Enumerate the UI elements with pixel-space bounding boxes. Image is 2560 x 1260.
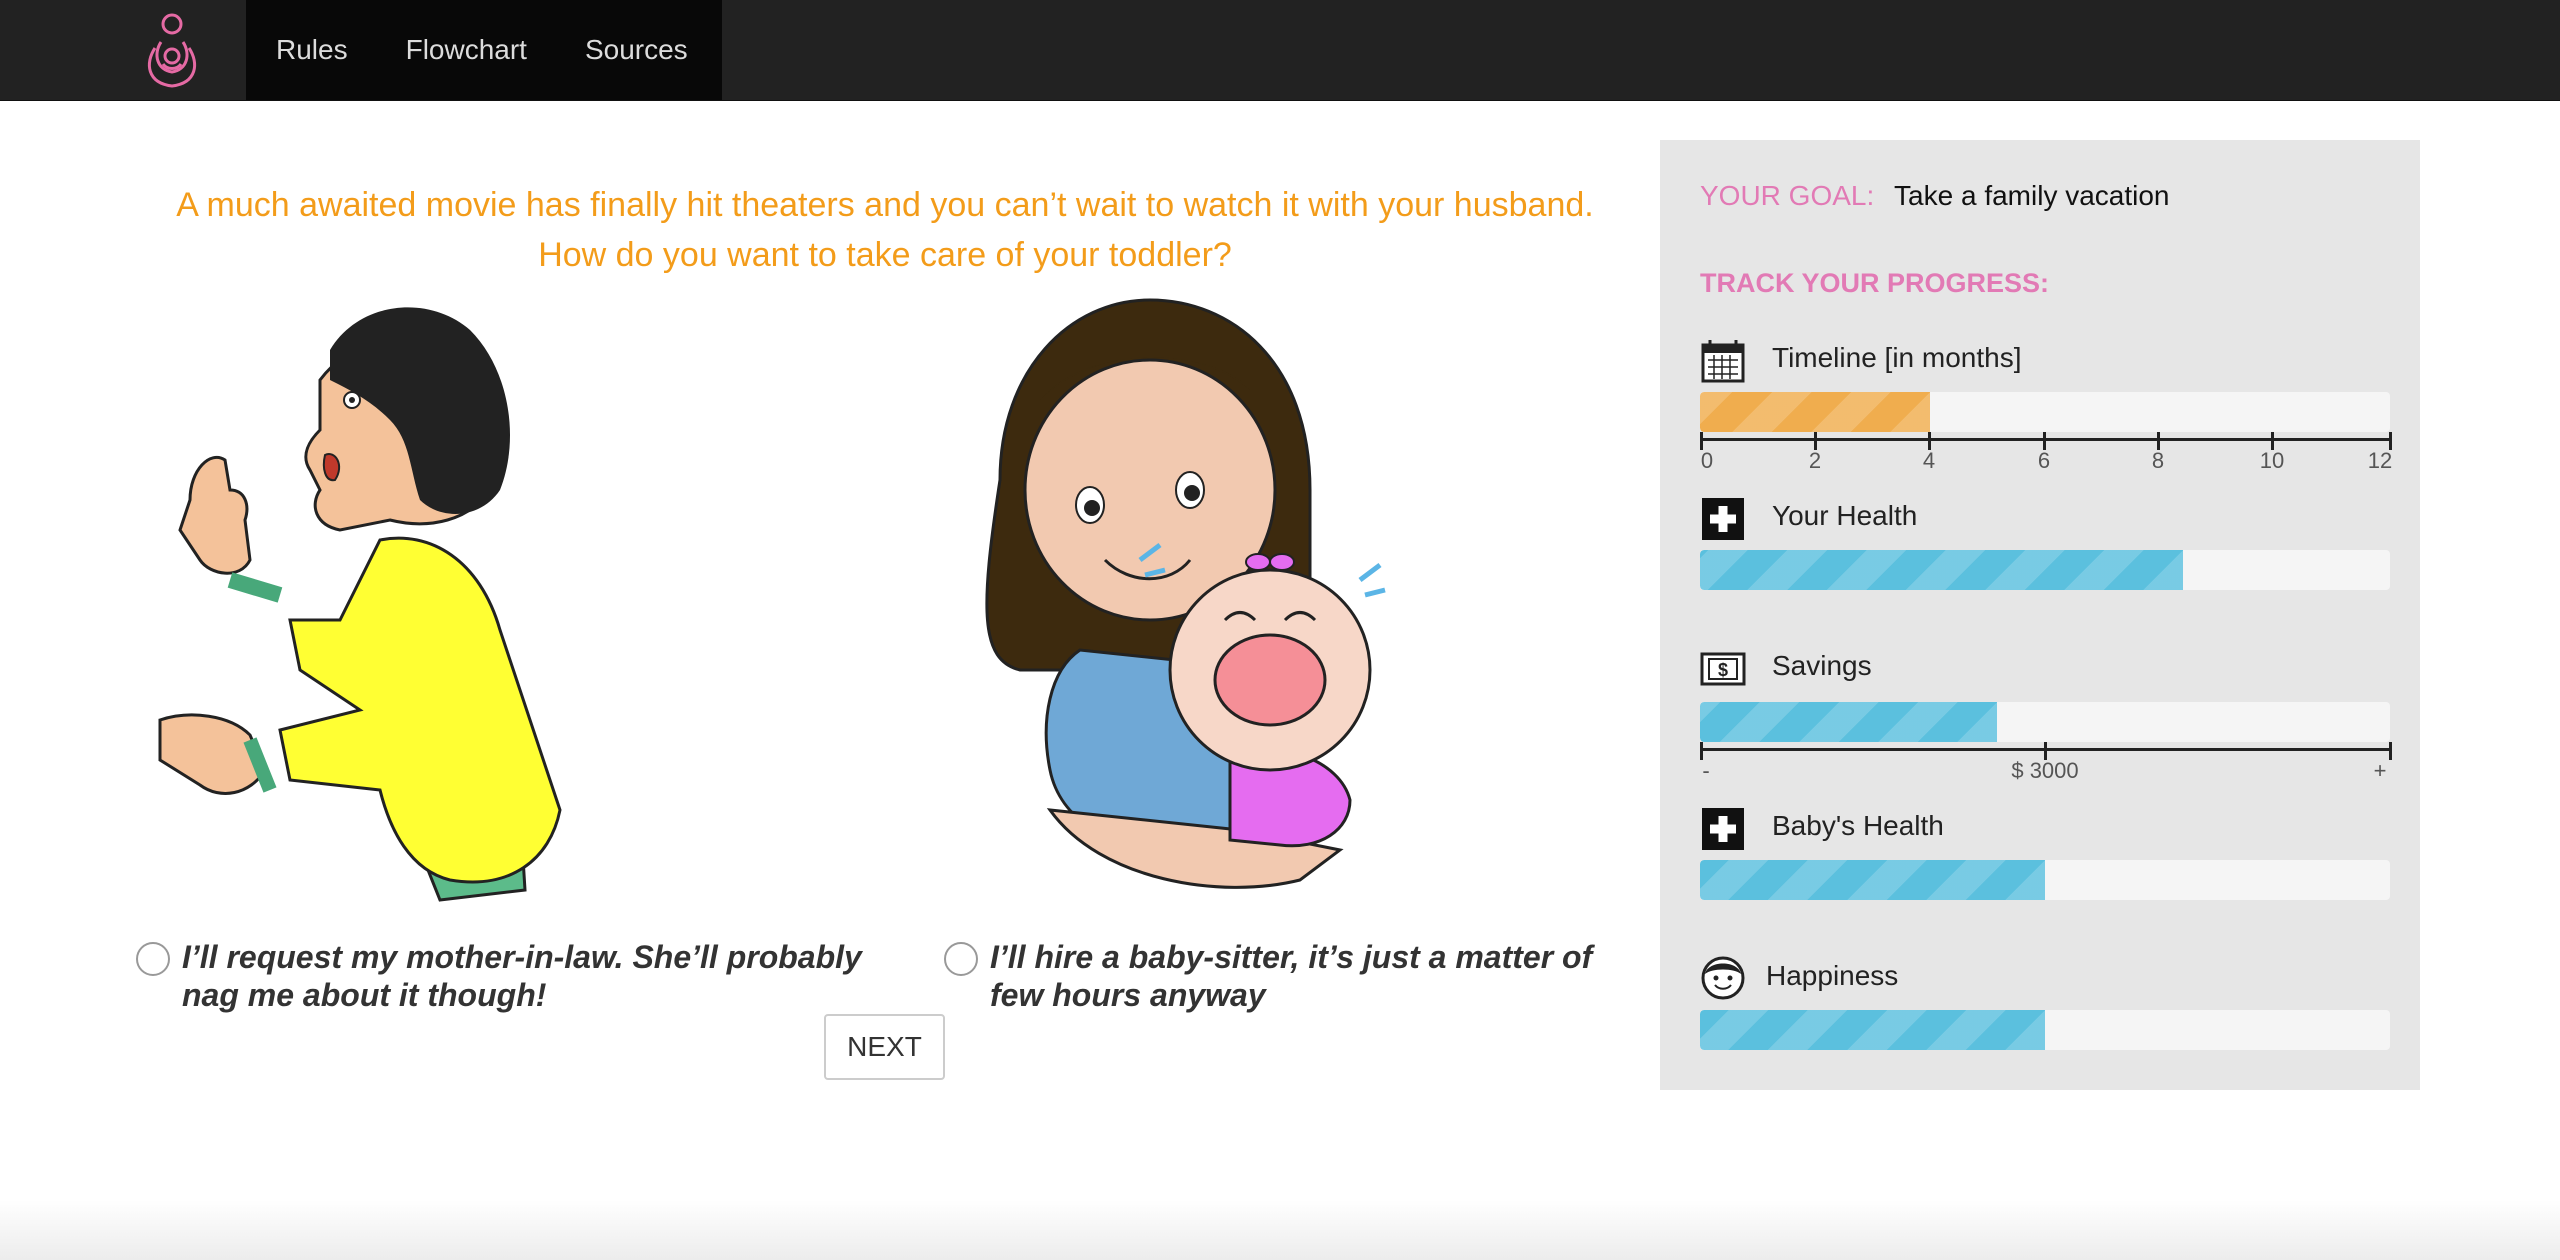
timeline-tick-label: 10 xyxy=(2259,448,2285,473)
savings-axis: - $ 3000 + xyxy=(1700,742,2392,783)
goal-row: YOUR GOAL: Take a family vacation xyxy=(1700,180,2170,212)
timeline-tick-label: 12 xyxy=(2367,448,2393,473)
timeline-bar xyxy=(1700,392,2390,432)
nav-link-rules[interactable]: Rules xyxy=(246,34,377,66)
mother-in-law-illustration[interactable] xyxy=(130,290,650,910)
option-baby-sitter[interactable]: I’ll hire a baby-sitter, it’s just a mat… xyxy=(944,938,1644,1014)
health-cross-icon xyxy=(1700,806,1746,852)
svg-text:$: $ xyxy=(1718,660,1728,680)
savings-label: Savings xyxy=(1772,650,1872,681)
timeline-tick-label: 0 xyxy=(1700,448,1714,473)
your-health-bar xyxy=(1700,550,2390,590)
track-progress-label: TRACK YOUR PROGRESS: xyxy=(1700,268,2050,298)
option-mother-in-law-label[interactable]: I’ll request my mother-in-law. She’ll pr… xyxy=(182,938,896,1014)
savings-axis-mid-label: $ 3000 xyxy=(2011,758,2079,783)
nav-link-flowchart[interactable]: Flowchart xyxy=(377,34,556,66)
babys-health-bar xyxy=(1700,860,2390,900)
nav-link-sources[interactable]: Sources xyxy=(556,34,717,66)
question-text: A much awaited movie has finally hit the… xyxy=(176,186,1594,274)
timeline-tick-label: 4 xyxy=(1922,448,1936,473)
timeline-tick-label: 8 xyxy=(2151,448,2165,473)
savings-axis-max-label: + xyxy=(2373,758,2387,783)
babys-health-bar-fill xyxy=(1700,860,2045,900)
dollar-icon: $ xyxy=(1700,646,1746,692)
your-health-label: Your Health xyxy=(1772,500,1918,531)
nav-links: Rules Flowchart Sources xyxy=(246,0,722,100)
smiley-face-icon xyxy=(1700,954,1746,1000)
babys-health-label: Baby's Health xyxy=(1772,810,1944,841)
option-baby-sitter-radio[interactable] xyxy=(944,942,978,976)
option-mother-in-law-radio[interactable] xyxy=(136,942,170,976)
savings-bar xyxy=(1700,702,2390,742)
top-navbar: Rules Flowchart Sources xyxy=(0,0,2560,101)
savings-bar-fill xyxy=(1700,702,1997,742)
happiness-bar-fill xyxy=(1700,1010,2045,1050)
goal-label: YOUR GOAL: xyxy=(1700,180,1875,211)
option-mother-in-law[interactable]: I’ll request my mother-in-law. She’ll pr… xyxy=(136,938,896,1014)
baby-sitter-illustration[interactable] xyxy=(940,290,1460,910)
timeline-tick-label: 6 xyxy=(2037,448,2051,473)
timeline-bar-fill xyxy=(1700,392,1930,432)
timeline-tick-label: 2 xyxy=(1808,448,1822,473)
timeline-label: Timeline [in months] xyxy=(1772,342,2022,373)
page-footer-shadow xyxy=(0,1200,2560,1260)
savings-axis-min-label: - xyxy=(1702,758,1710,783)
happiness-bar xyxy=(1700,1010,2390,1050)
health-cross-icon xyxy=(1700,496,1746,542)
happiness-label: Happiness xyxy=(1766,960,1899,991)
option-baby-sitter-label[interactable]: I’ll hire a baby-sitter, it’s just a mat… xyxy=(990,938,1644,1014)
progress-panel: YOUR GOAL: Take a family vacation TRACK … xyxy=(1660,140,2420,1090)
next-button[interactable]: NEXT xyxy=(824,1014,945,1080)
calendar-icon xyxy=(1700,338,1746,384)
timeline-axis: 0 2 4 6 8 10 12 xyxy=(1700,432,2393,473)
goal-value: Take a family vacation xyxy=(1894,180,2170,211)
mother-baby-logo-icon[interactable] xyxy=(135,8,209,92)
your-health-bar-fill xyxy=(1700,550,2183,590)
